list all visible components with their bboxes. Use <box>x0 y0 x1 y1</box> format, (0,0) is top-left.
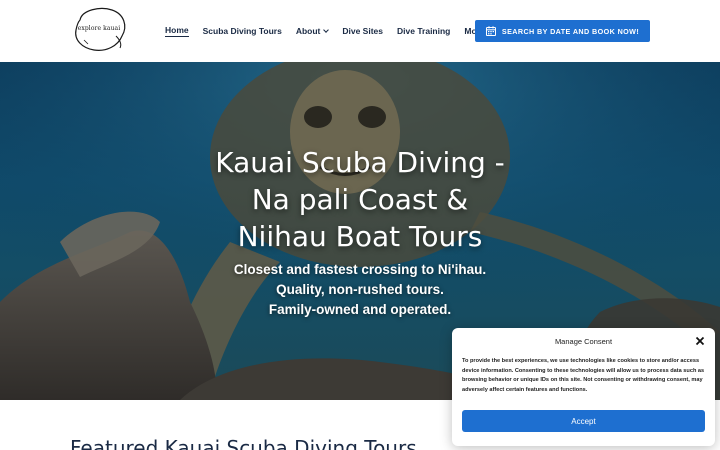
consent-text: To provide the best experiences, we use … <box>462 358 705 393</box>
hero-subtitle-line: Quality, non-rushed tours. <box>276 282 444 297</box>
accept-button[interactable]: Accept <box>462 410 705 432</box>
book-now-button[interactable]: SEARCH BY DATE AND BOOK NOW! <box>475 20 650 42</box>
nav-dive-training-label: Dive Training <box>397 26 451 36</box>
nav-dive-sites-label: Dive Sites <box>342 26 383 36</box>
site-header: explore kauai Home Scuba Diving Tours Ab… <box>0 0 720 62</box>
hero-title-line: Na pali Coast & <box>251 183 469 216</box>
accept-label: Accept <box>571 416 596 426</box>
hero-subtitle: Closest and fastest crossing to Ni'ihau.… <box>200 260 520 320</box>
hero-title: Kauai Scuba Diving - Na pali Coast & Nii… <box>200 144 520 255</box>
cookie-consent-dialog: Manage Consent To provide the best exper… <box>452 328 715 446</box>
nav-home-label: Home <box>165 25 189 35</box>
nav-dive-training[interactable]: Dive Training <box>397 26 450 36</box>
nav-about-label: About <box>295 26 321 36</box>
main-nav: Home Scuba Diving Tours About Dive Sites… <box>165 22 507 40</box>
chevron-down-icon <box>323 26 330 33</box>
nav-home[interactable]: Home <box>165 25 189 37</box>
book-now-label: SEARCH BY DATE AND BOOK NOW! <box>501 26 640 36</box>
consent-title: Manage Consent <box>554 337 613 346</box>
hero-subtitle-line: Family-owned and operated. <box>268 302 452 317</box>
nav-scuba-diving-tours[interactable]: Scuba Diving Tours <box>203 26 282 36</box>
nav-scuba-diving-tours-label: Scuba Diving Tours <box>202 26 282 36</box>
site-logo[interactable]: explore kauai <box>70 6 128 54</box>
logo-text: explore kauai <box>77 25 121 32</box>
close-icon[interactable] <box>695 336 705 346</box>
nav-dive-sites[interactable]: Dive Sites <box>342 26 383 36</box>
hero-title-line: Kauai Scuba Diving - <box>215 146 505 179</box>
featured-tours-heading: Featured Kauai Scuba Diving Tours <box>70 436 417 450</box>
hero-title-line: Niihau Boat Tours <box>237 220 483 253</box>
hero-subtitle-line: Closest and fastest crossing to Ni'ihau. <box>233 262 487 277</box>
calendar-icon <box>485 26 496 36</box>
nav-about[interactable]: About <box>295 26 330 36</box>
